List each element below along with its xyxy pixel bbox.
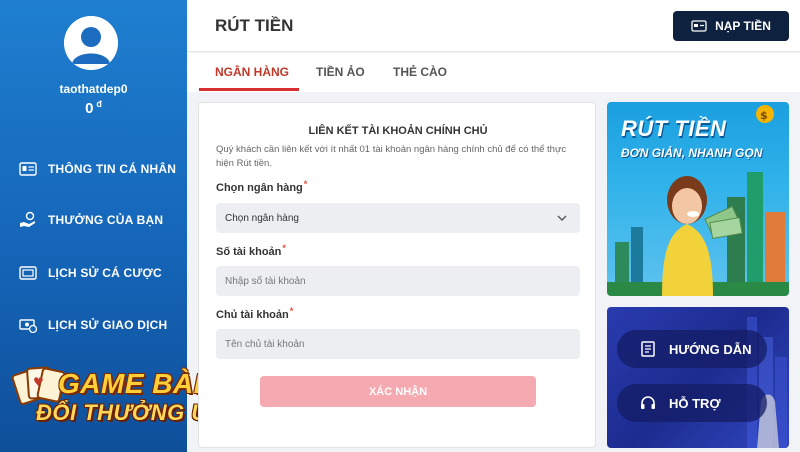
account-number-label: Số tài khoản* — [216, 243, 286, 258]
header: RÚT TIỀN NẠP TIỀN — [187, 0, 800, 52]
sidebar-item-label: LỊCH SỬ CÁ CƯỢC — [48, 266, 162, 280]
svg-text:♥: ♥ — [33, 375, 44, 389]
currency-symbol: đ — [96, 99, 102, 109]
svg-text:$: $ — [760, 109, 768, 122]
balance: 0đ — [0, 99, 187, 117]
city-skyline-decoration — [747, 317, 787, 448]
reward-hand-icon — [18, 210, 38, 230]
sidebar-item-transaction-history[interactable]: LỊCH SỬ GIAO DỊCH — [18, 313, 183, 337]
account-number-label-text: Số tài khoản — [216, 246, 282, 258]
id-card-icon — [18, 159, 38, 179]
tab-crypto[interactable]: TIỀN ẢO — [316, 65, 365, 79]
tab-card[interactable]: THẺ CÀO — [393, 65, 447, 79]
guide-button[interactable]: HƯỚNG DẪN — [617, 330, 767, 368]
chevron-down-icon — [557, 215, 567, 221]
support-panel: HƯỚNG DẪN HỖ TRỢ — [607, 307, 789, 448]
sidebar-item-label: THƯỞNG CỦA BẠN — [48, 213, 164, 227]
bank-select[interactable]: Chọn ngân hàng — [216, 203, 580, 233]
bank-link-form: LIÊN KẾT TÀI KHOẢN CHÍNH CHỦ Quý khách c… — [198, 102, 596, 448]
bank-select-value: Chọn ngân hàng — [225, 212, 299, 224]
promo-title: RÚT TIỀN — [621, 116, 727, 141]
user-silhouette-icon — [64, 16, 118, 70]
support-button[interactable]: HỖ TRỢ — [617, 384, 767, 422]
support-label: HỖ TRỢ — [669, 395, 721, 411]
form-title: LIÊN KẾT TÀI KHOẢN CHÍNH CHỦ — [308, 125, 488, 137]
watermark-line2: ĐỔI THƯỞNG UK — [36, 400, 225, 425]
required-mark: * — [303, 179, 308, 189]
bank-label: Chọn ngân hàng* — [216, 179, 308, 194]
sidebar-item-label: LỊCH SỬ GIAO DỊCH — [48, 318, 168, 332]
page-title: RÚT TIỀN — [215, 16, 294, 35]
tab-bar: NGÂN HÀNG TIỀN ẢO THẺ CÀO — [187, 53, 800, 92]
promo-banner[interactable]: $ RÚT TIỀN ĐƠN GIẢN, NHANH GỌN — [607, 102, 789, 296]
watermark-line1: GAME BÀI — [58, 368, 202, 399]
sidebar-item-label: THÔNG TIN CÁ NHÂN — [48, 162, 177, 176]
tab-bank[interactable]: NGÂN HÀNG — [215, 65, 289, 79]
balance-amount: 0 — [85, 100, 94, 117]
headset-icon — [639, 394, 657, 412]
username: taothatdep0 — [59, 82, 128, 96]
bank-label-text: Chọn ngân hàng — [216, 182, 303, 194]
sidebar-item-bet-history[interactable]: LỊCH SỬ CÁ CƯỢC — [18, 261, 183, 285]
sidebar-item-rewards[interactable]: THƯỞNG CỦA BẠN — [18, 208, 183, 232]
money-history-icon — [18, 315, 38, 335]
sidebar-item-profile[interactable]: THÔNG TIN CÁ NHÂN — [18, 157, 183, 181]
form-description: Quý khách cần liên kết với ít nhất 01 tà… — [216, 144, 567, 169]
required-mark: * — [282, 243, 286, 253]
wallet-icon — [691, 19, 707, 33]
account-number-input[interactable]: Nhập số tài khoản — [216, 266, 580, 296]
confirm-button[interactable]: XÁC NHẬN — [260, 376, 536, 407]
promo-subtitle: ĐƠN GIẢN, NHANH GỌN — [621, 146, 763, 160]
account-holder-label-text: Chủ tài khoản — [216, 309, 289, 321]
active-tab-indicator — [199, 88, 299, 91]
deposit-label: NẠP TIỀN — [715, 19, 771, 33]
account-holder-input[interactable]: Tên chủ tài khoản — [216, 329, 580, 359]
avatar[interactable] — [64, 16, 118, 70]
guide-label: HƯỚNG DẪN — [669, 341, 752, 357]
deposit-button[interactable]: NẠP TIỀN — [673, 11, 789, 41]
account-holder-placeholder: Tên chủ tài khoản — [225, 338, 305, 350]
account-holder-label: Chủ tài khoản* — [216, 306, 294, 321]
required-mark: * — [289, 306, 294, 316]
book-icon — [639, 340, 657, 358]
account-number-placeholder: Nhập số tài khoản — [225, 275, 306, 287]
ticket-icon — [18, 263, 38, 283]
